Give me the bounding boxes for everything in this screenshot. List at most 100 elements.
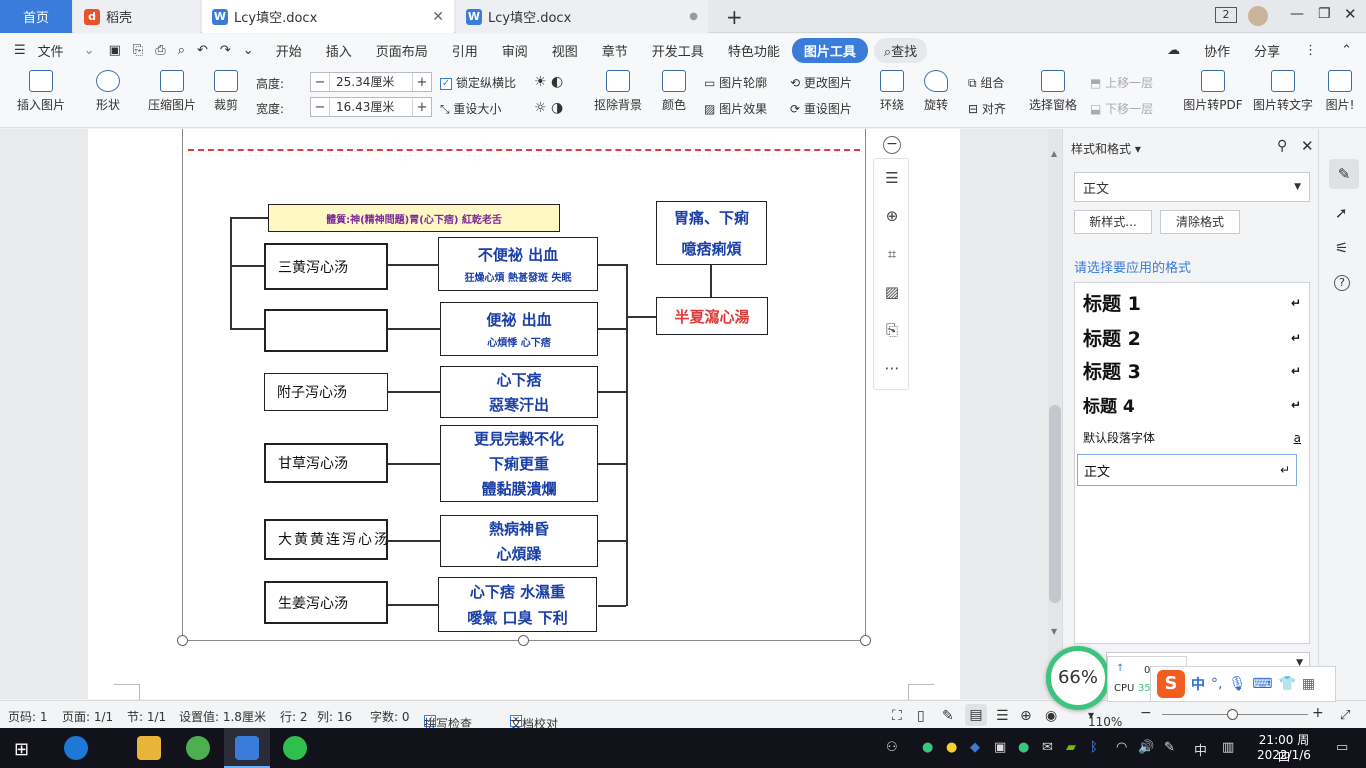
eye-protection-icon[interactable]: ◉ [1045,708,1057,724]
web-view-icon[interactable]: ⊕ [1020,708,1032,724]
resize-handle[interactable] [518,635,529,646]
picture-edit-icon[interactable]: ▨ [874,273,910,311]
microphone-icon[interactable]: 🎙 [1228,676,1246,692]
align-button[interactable]: ⊟ 对齐 [968,100,1006,117]
style-item-heading2[interactable]: 标题 2 ↵ [1083,324,1301,351]
remove-bg-button[interactable]: 抠除背景 [588,70,648,113]
ime-chinese-mode[interactable]: 中 [1191,674,1205,694]
file-menu[interactable]: 文件 [38,41,76,60]
width-stepper[interactable]: −16.43厘米 + [310,97,432,117]
tray-app-icon[interactable]: ● [946,740,957,755]
current-style-select[interactable]: 正文 ▼ [1074,172,1310,202]
ie-browser-icon[interactable] [64,736,88,760]
select-pane-button[interactable]: 选择窗格 [1026,70,1080,113]
scroll-up-icon[interactable]: ▲ [1051,149,1057,158]
effect-button[interactable]: ▨ 图片效果 [704,100,767,117]
tab-home[interactable]: 首页 [0,0,72,33]
insert-picture-button[interactable]: 插入图片 [12,70,70,113]
fullscreen-icon[interactable]: ⛶ [892,708,902,724]
outline-button[interactable]: ▭ 图片轮廓 [704,74,767,91]
more-icon[interactable]: ⋮ [1292,43,1329,58]
minus-icon[interactable]: − [311,100,329,115]
cpu-monitor-widget[interactable]: 66% [1046,646,1110,710]
window-count-badge[interactable]: 2 [1215,7,1237,23]
page-view-icon[interactable]: ▤ [965,704,987,726]
keyboard-icon[interactable]: ⌨ [1252,676,1272,692]
toolbox-icon[interactable]: ▦ [1302,676,1315,692]
brightness-up-icon[interactable]: ☀ ◐ [534,74,563,90]
customize-icon[interactable]: ⌄ [237,43,264,58]
style-item-default-font[interactable]: 默认段落字体 a [1083,429,1301,446]
avatar[interactable] [1248,6,1268,26]
crop-button[interactable]: 裁剪 [206,70,246,113]
group-button[interactable]: ⧉ 组合 [968,74,1004,91]
collapse-icon[interactable]: − [883,136,901,154]
menu-chapter[interactable]: 章节 [590,41,640,60]
skin-icon[interactable]: 👕 [1278,676,1295,692]
close-tab-icon[interactable]: ✕ [432,9,444,25]
wechat-icon[interactable] [283,736,307,760]
plus-icon[interactable]: + [413,75,431,90]
close-window-icon[interactable]: ✕ [1344,5,1357,23]
plus-icon[interactable]: + [413,100,431,115]
cloud-sync-icon[interactable]: ☁ [1155,43,1192,58]
nvidia-icon[interactable]: ▰ [1066,740,1076,755]
vertical-scrollbar[interactable]: ▲ ▼ [1048,129,1062,699]
dot-icon[interactable]: ● [689,11,698,22]
collapse-ribbon-icon[interactable]: ⌃ [1329,43,1366,58]
style-item-heading1[interactable]: 标题 1 ↵ [1083,289,1301,316]
tray-app-icon[interactable]: ✉ [1042,740,1053,755]
zoom-picture-icon[interactable]: ⊕ [874,197,910,235]
style-item-heading3[interactable]: 标题 3 ↵ [1083,357,1301,384]
print-preview-icon[interactable]: ⌕ [172,43,191,58]
read-mode-icon[interactable]: ▯ [917,708,925,724]
wps-taskbar-button[interactable] [224,728,270,768]
menu-picture-tools[interactable]: 图片工具 [791,37,868,63]
pin-icon[interactable]: ⚲ [1277,138,1287,154]
tray-app-icon[interactable]: ◆ [970,740,980,755]
style-item-heading4[interactable]: 标题 4 ↵ [1083,392,1301,417]
send-back-button[interactable]: ⬓ 下移一层 [1090,100,1153,117]
picture-to-pdf-button[interactable]: 图片转PDF [1182,70,1244,113]
menu-home[interactable]: 开始 [264,41,314,60]
tray-app-icon[interactable]: ▥ [1222,740,1234,755]
width-value[interactable]: 16.43厘米 [329,98,413,116]
ime-punctuation-icon[interactable]: °, [1211,676,1222,692]
bluetooth-icon[interactable]: ᛒ [1090,740,1098,755]
notification-icon[interactable]: ▭ [1336,740,1348,755]
outline-view-icon[interactable]: ☰ [996,708,1009,724]
minus-icon[interactable]: − [311,75,329,90]
menu-layout[interactable]: 页面布局 [364,41,440,60]
lock-ratio-checkbox[interactable]: ✓ 锁定纵横比 [440,74,516,91]
undo-icon[interactable]: ↶ [191,43,214,58]
word-count[interactable]: 字数: 0 [370,708,410,725]
new-tab-button[interactable]: + [716,0,753,33]
menu-insert[interactable]: 插入 [314,41,364,60]
file-explorer-icon[interactable] [137,736,161,760]
wechat-tray-icon[interactable]: ● [1018,740,1029,755]
more-picture-button[interactable]: 图片! [1322,70,1358,113]
bring-forward-button[interactable]: ⬒ 上移一层 [1090,74,1153,91]
zoom-level[interactable]: 110% ▾ [1088,708,1122,729]
share-button[interactable]: 分享 [1242,41,1292,60]
zoom-slider-handle[interactable] [1227,709,1238,720]
search-button[interactable]: ⌕查找 [873,37,928,63]
reset-picture-button[interactable]: ⟳ 重设图片 [790,100,852,117]
compress-button[interactable]: 压缩图片 [146,70,198,113]
resize-handle[interactable] [177,635,188,646]
tab-docer[interactable]: d 稻壳 [74,0,200,33]
close-panel-icon[interactable]: ✕ [1301,137,1314,155]
style-item-normal[interactable]: 正文 ↵ [1077,454,1297,486]
new-style-button[interactable]: 新样式... [1074,210,1152,234]
windows-start-icon[interactable]: ⊞ [14,739,29,760]
save-icon[interactable]: ▣ [103,43,127,58]
volume-icon[interactable]: 🔊 [1138,740,1154,755]
tab-doc-active[interactable]: W Lcy填空.docx ✕ [202,0,454,33]
menu-review[interactable]: 审阅 [490,41,540,60]
tab-doc-2[interactable]: W Lcy填空.docx ● [456,0,708,33]
scroll-down-icon[interactable]: ▼ [1051,627,1057,636]
height-stepper[interactable]: −25.34厘米 + [310,72,432,92]
contrast-icon[interactable]: ☼ ◑ [534,100,563,116]
scroll-thumb[interactable] [1049,405,1061,603]
reset-size-button[interactable]: ⤡ 重设大小 [440,100,501,117]
